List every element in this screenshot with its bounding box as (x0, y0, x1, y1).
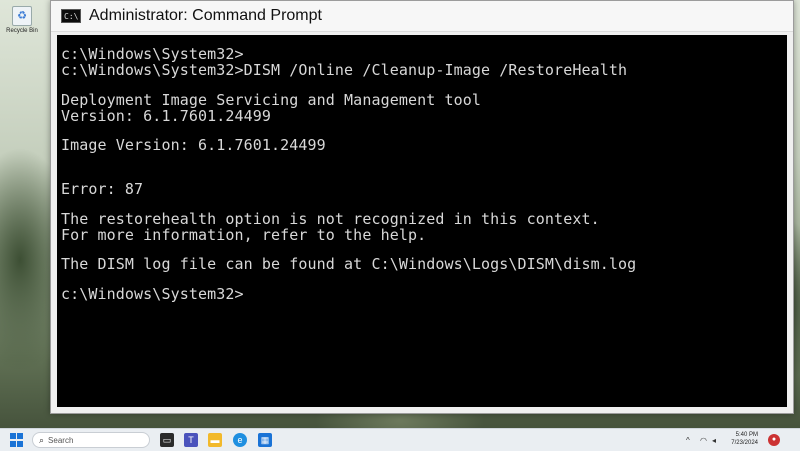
console-line: Error: 87 (61, 180, 144, 198)
recycle-bin-icon: ♻ (12, 6, 32, 26)
clock-time[interactable]: 5:40 PM (722, 432, 758, 438)
notification-icon[interactable]: ● (768, 434, 780, 446)
taskbar: ⌕ Search ▭ T ▬ e ▦ ^ ◠ ◂ 5:40 PM 7/23/20… (0, 428, 800, 451)
task-view-icon[interactable]: ▭ (160, 433, 174, 447)
console-line: c:\Windows\System32>DISM /Online /Cleanu… (61, 61, 628, 79)
chevron-up-icon[interactable]: ^ (686, 436, 690, 445)
clock-date[interactable]: 7/23/2024 (722, 440, 758, 446)
console-line: For more information, refer to the help. (61, 226, 427, 244)
recycle-bin-shortcut[interactable]: ♻ Recycle Bin (4, 6, 40, 34)
store-icon[interactable]: ▦ (258, 433, 272, 447)
edge-browser-icon[interactable]: e (233, 433, 247, 447)
teams-icon[interactable]: T (184, 433, 198, 447)
search-icon: ⌕ (39, 434, 45, 445)
window-title: Administrator: Command Prompt (89, 7, 322, 24)
start-button[interactable] (10, 433, 24, 447)
console-line: Version: 6.1.7601.24499 (61, 107, 272, 125)
console-line: The DISM log file can be found at C:\Win… (61, 255, 637, 273)
file-explorer-icon[interactable]: ▬ (208, 433, 222, 447)
recycle-bin-label: Recycle Bin (6, 28, 38, 34)
search-placeholder: Search (48, 435, 74, 445)
console-output[interactable]: c:\Windows\System32> c:\Windows\System32… (57, 35, 787, 407)
console-prompt: c:\Windows\System32> (61, 285, 244, 303)
console-line: Image Version: 6.1.7601.24499 (61, 136, 326, 154)
command-prompt-icon: C:\ (61, 9, 81, 23)
wifi-icon[interactable]: ◠ (700, 436, 707, 445)
title-bar[interactable]: C:\ Administrator: Command Prompt (51, 1, 793, 32)
speaker-icon[interactable]: ◂ (712, 436, 716, 445)
command-prompt-window[interactable]: C:\ Administrator: Command Prompt c:\Win… (50, 0, 794, 414)
taskbar-search-box[interactable]: ⌕ Search (32, 432, 150, 448)
